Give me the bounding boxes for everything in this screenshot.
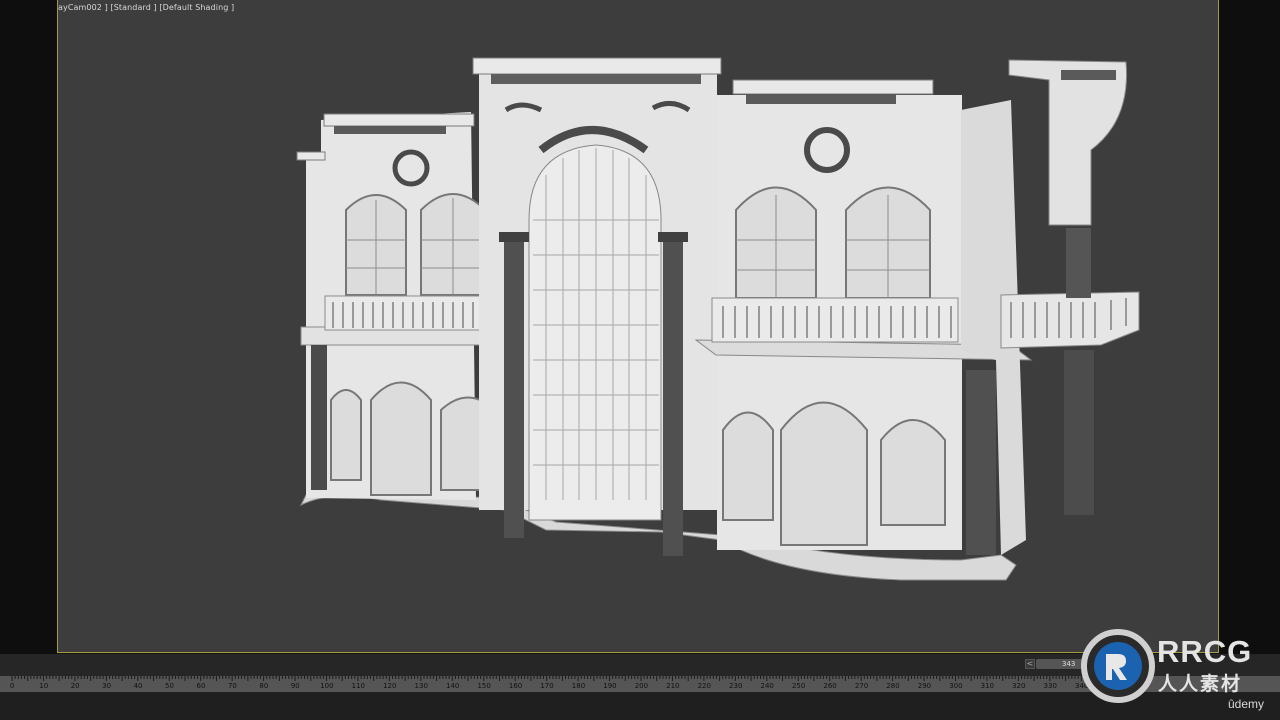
ruler-tick-label: 140 [446, 682, 460, 690]
ruler-tick-label: 310 [980, 682, 995, 690]
ruler-tick-label: 290 [917, 682, 932, 690]
ruler-tick-label: 270 [854, 682, 869, 690]
ruler-tick-label: 300 [949, 682, 963, 690]
watermark-brand: RRCG [1157, 634, 1253, 669]
ruler-tick-label: 90 [290, 682, 300, 690]
ruler-tick-label: 40 [133, 682, 143, 690]
right-panel-strip [1219, 0, 1280, 654]
ruler-tick-label: 130 [414, 682, 428, 690]
ruler-tick-label: 80 [259, 682, 269, 690]
ruler-tick-label: 0 [9, 682, 15, 690]
ruler-tick-label: 150 [477, 682, 491, 690]
ruler-tick-label: 180 [571, 682, 586, 690]
ruler-tick-label: 330 [1043, 682, 1057, 690]
ruler-tick-label: 220 [697, 682, 711, 690]
ruler-tick-label: 280 [886, 682, 900, 690]
ruler-tick-label: 210 [666, 682, 680, 690]
ruler-tick-label: 10 [39, 682, 49, 690]
ruler-tick-label: 60 [196, 682, 206, 690]
ruler-tick-label: 120 [383, 682, 397, 690]
ruler-tick-label: 260 [823, 682, 837, 690]
ruler-tick-label: 70 [227, 682, 237, 690]
building-model-render [296, 57, 1140, 581]
ruler-tick-label: 110 [351, 682, 366, 690]
ruler-tick-label: 320 [1012, 682, 1026, 690]
ruler-tick-label: 230 [729, 682, 743, 690]
timeline-prev-arrow[interactable]: < [1025, 659, 1035, 669]
ruler-tick-label: 160 [508, 682, 523, 690]
ruler-tick-label: 170 [540, 682, 554, 690]
left-panel-strip [0, 0, 57, 654]
watermark-subtitle: 人人素材 [1158, 673, 1243, 695]
ruler-tick-label: 240 [760, 682, 774, 690]
ruler-tick-label: 250 [791, 682, 806, 690]
ruler-tick-label: 50 [165, 682, 174, 690]
ruler-tick-label: 20 [70, 682, 80, 690]
ruler-tick-label: 30 [102, 682, 112, 690]
perspective-viewport[interactable]: ayCam002 ] [Standard ] [Default Shading … [57, 0, 1219, 653]
ruler-tick-label: 100 [320, 682, 334, 690]
ruler-tick-label: 190 [603, 682, 617, 690]
ruler-tick-label: 200 [634, 682, 649, 690]
